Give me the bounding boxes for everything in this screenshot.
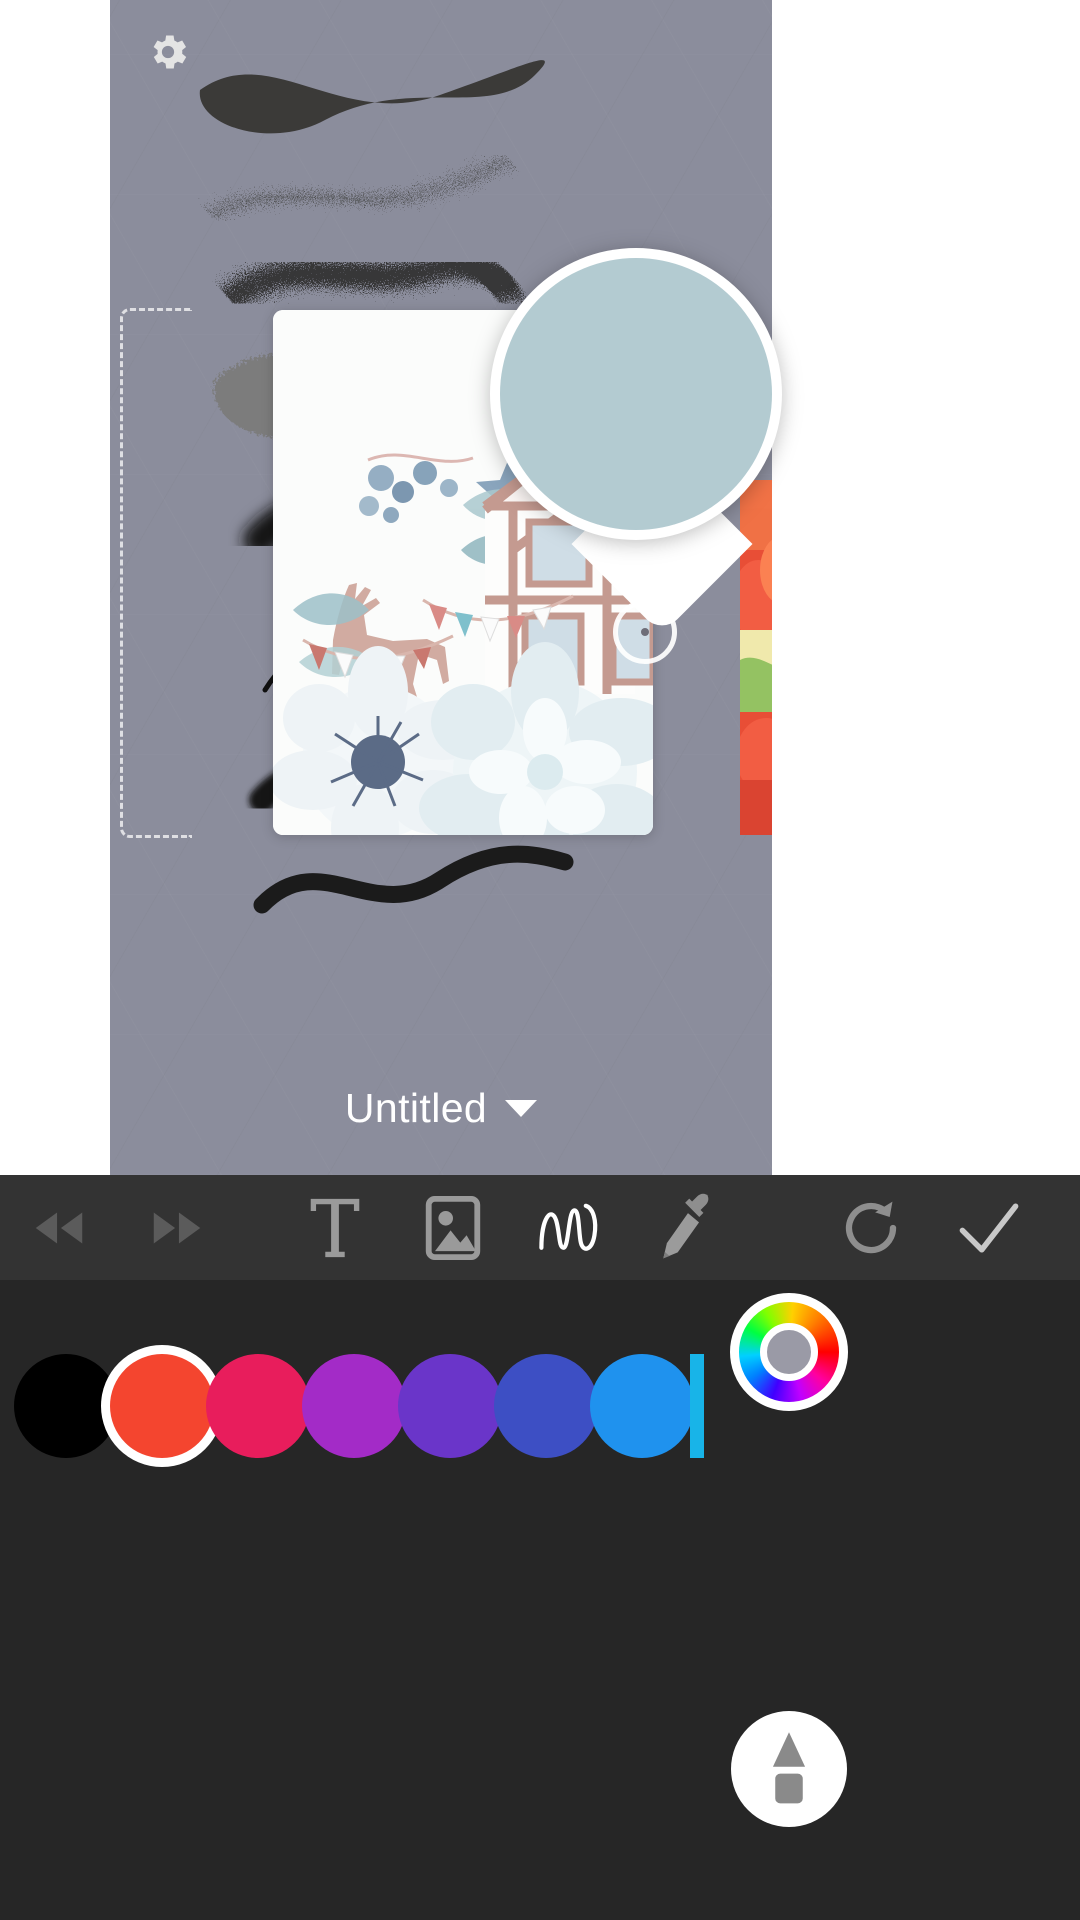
page-title: Untitled <box>344 1085 488 1131</box>
brush-size-button[interactable] <box>731 1711 847 1827</box>
picked-color-preview <box>500 258 772 530</box>
refresh-icon <box>845 1201 897 1253</box>
swatch-cyan-edge[interactable] <box>690 1354 704 1458</box>
color-wheel-center <box>760 1323 818 1381</box>
swatch-magenta[interactable] <box>302 1354 406 1458</box>
brush-tool[interactable] <box>512 1175 630 1280</box>
redo-button[interactable] <box>118 1175 236 1280</box>
eyedropper-target-dot <box>641 628 649 636</box>
image-tool[interactable] <box>394 1175 512 1280</box>
eyedropper-icon <box>663 1193 709 1258</box>
undo-button[interactable] <box>0 1175 118 1280</box>
image-icon <box>425 1195 481 1260</box>
chevron-down-icon[interactable] <box>505 1100 538 1117</box>
document-title-row[interactable]: Untitled <box>110 1085 772 1132</box>
rewind-icon <box>35 1212 83 1243</box>
check-icon <box>959 1202 1019 1253</box>
swatch-pink[interactable] <box>206 1354 310 1458</box>
swatch-blue[interactable] <box>590 1354 694 1458</box>
swatch-indigo[interactable] <box>494 1354 598 1458</box>
main-toolbar <box>0 1175 1080 1280</box>
reset-button[interactable] <box>812 1175 930 1280</box>
swatch-violet[interactable] <box>398 1354 502 1458</box>
color-panel <box>0 1280 1080 1920</box>
eyedropper-tool[interactable] <box>630 1175 748 1280</box>
swatch-black[interactable] <box>14 1354 118 1458</box>
app-root: Untitled <box>0 0 1080 1920</box>
color-wheel-button[interactable] <box>730 1293 848 1411</box>
color-swatch-row[interactable] <box>0 1342 1080 1492</box>
settings-button[interactable] <box>136 20 200 84</box>
loupe-ring <box>490 248 782 540</box>
gear-icon <box>153 35 187 69</box>
fast-forward-icon <box>153 1212 201 1243</box>
marker-tip-icon <box>772 1732 806 1804</box>
selection-frame[interactable] <box>120 308 192 838</box>
squiggle-icon <box>539 1203 598 1251</box>
apply-button[interactable] <box>930 1175 1048 1280</box>
text-icon <box>310 1198 360 1257</box>
swatch-red[interactable] <box>110 1354 214 1458</box>
color-wheel-icon <box>730 1293 848 1411</box>
text-tool[interactable] <box>276 1175 394 1280</box>
color-picker-loupe[interactable] <box>490 248 790 635</box>
